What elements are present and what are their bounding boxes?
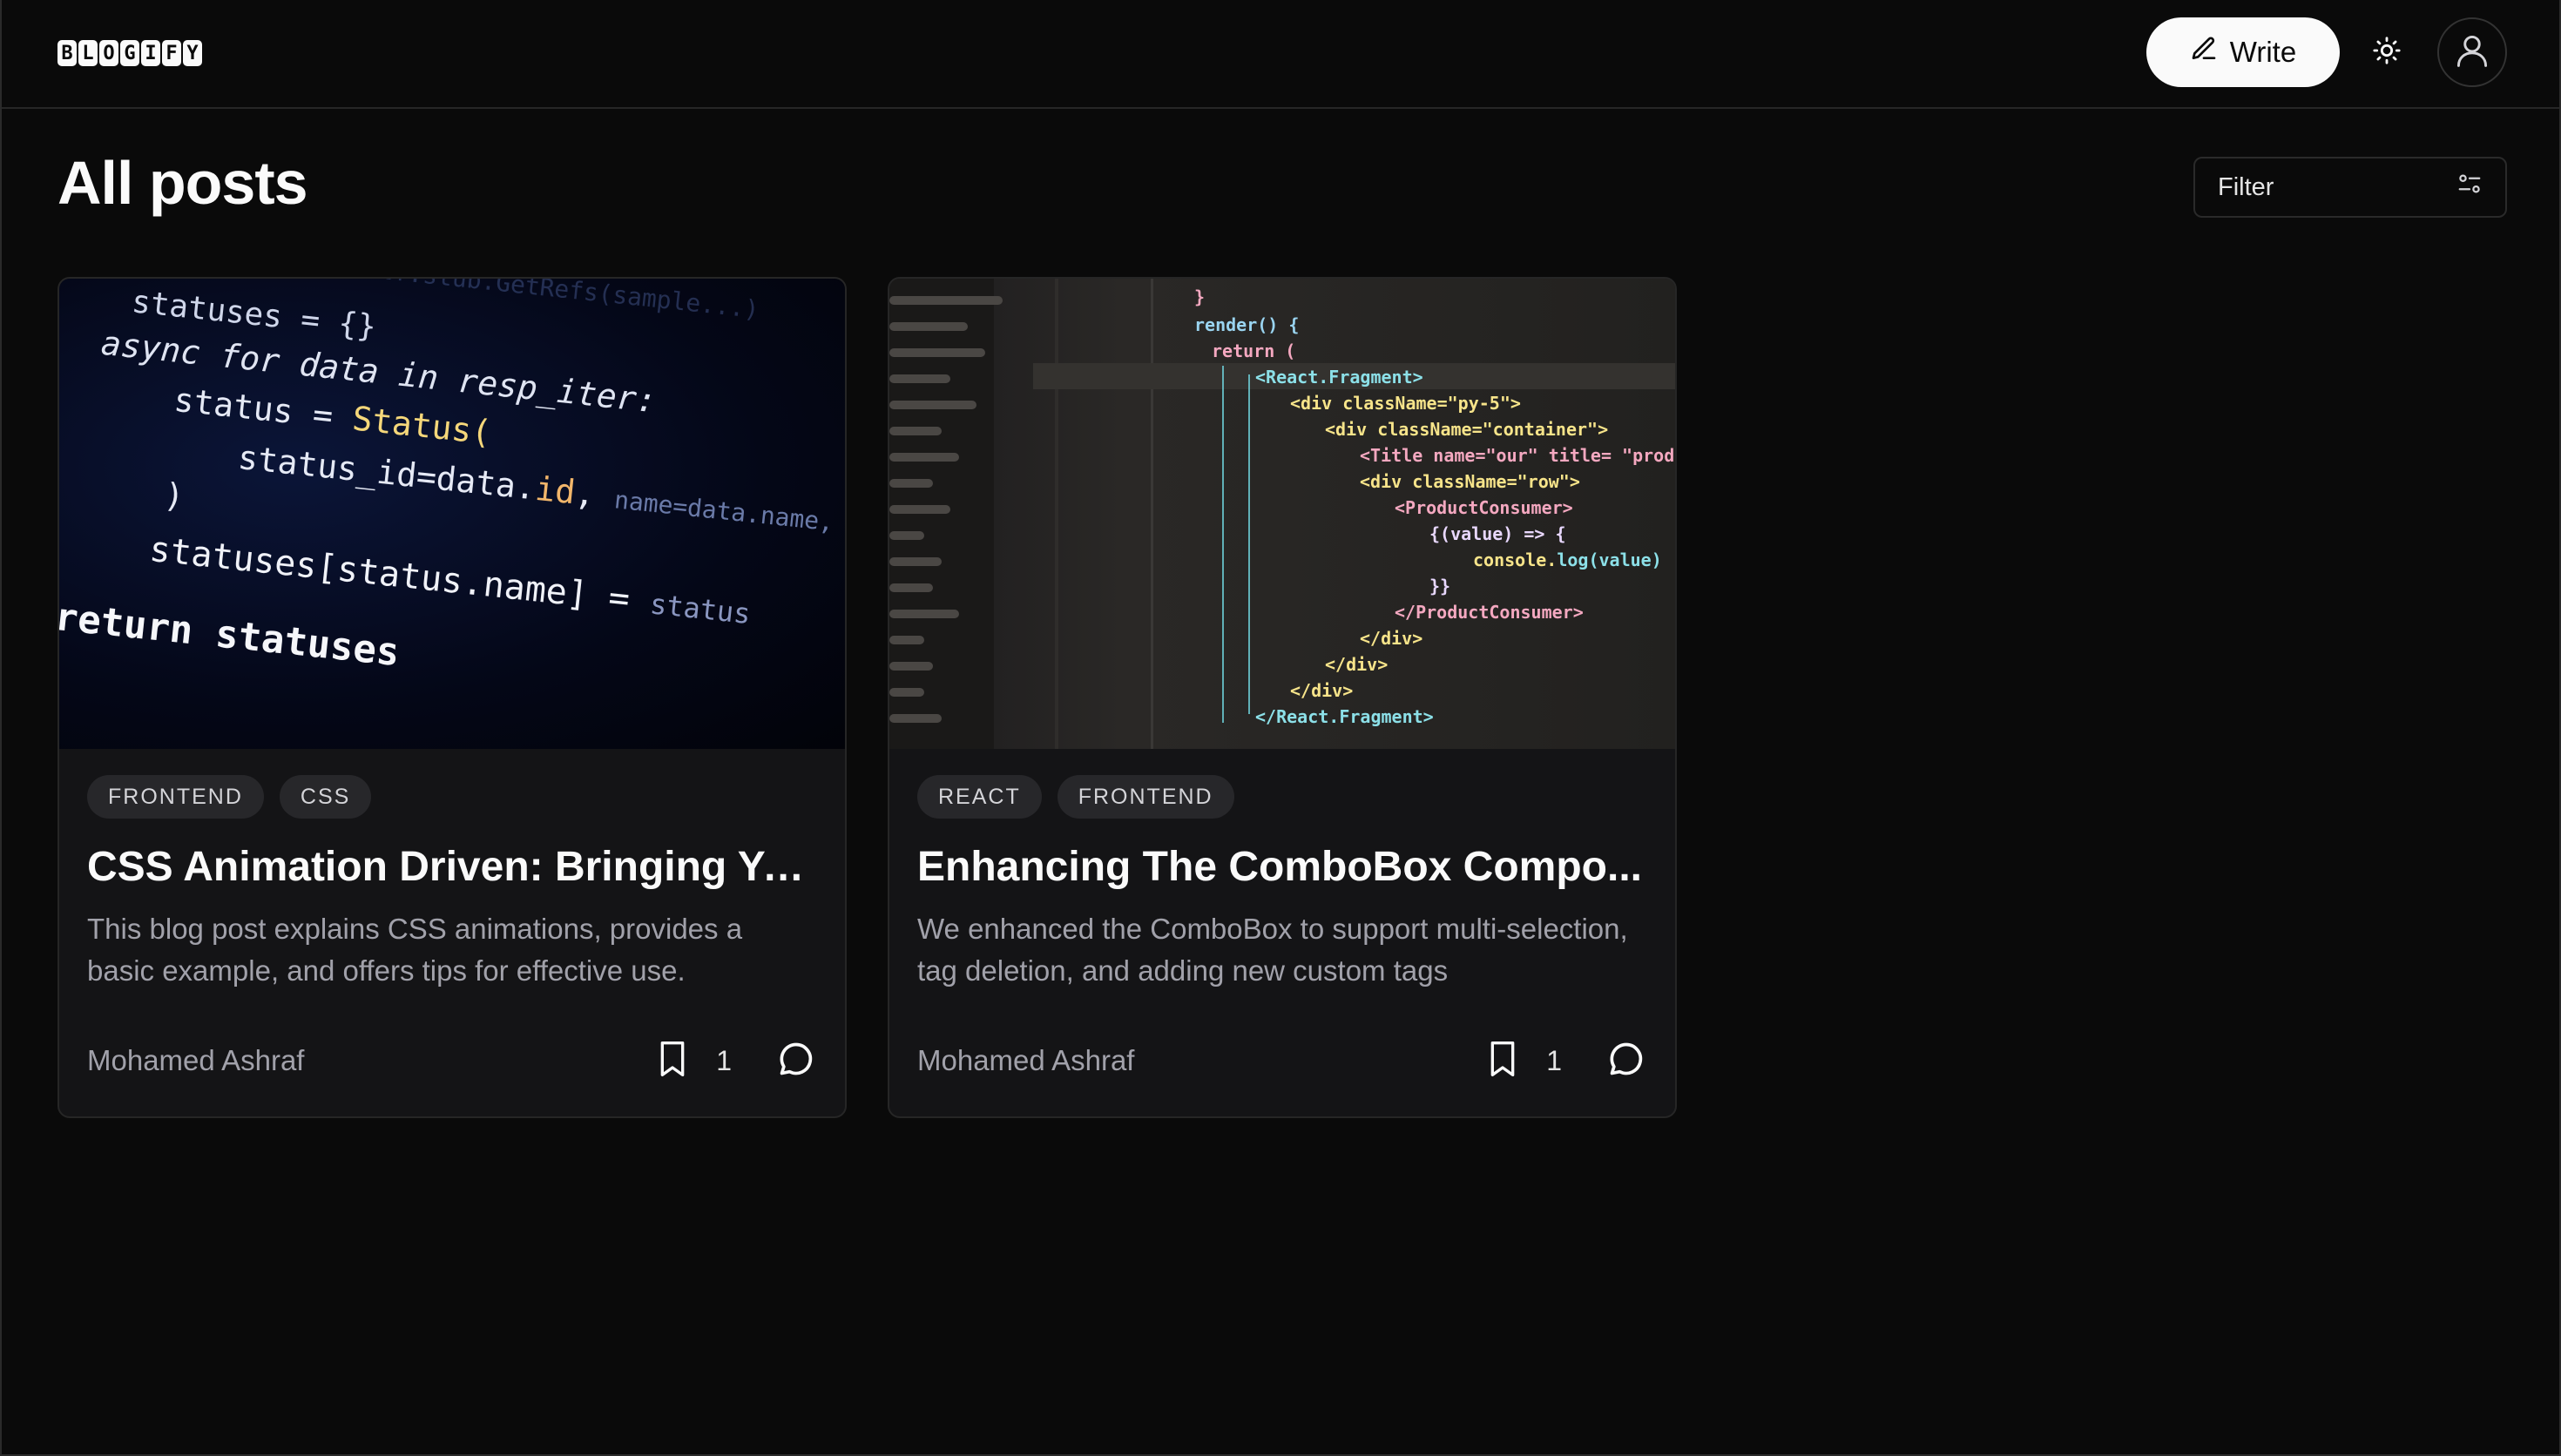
post-description: This blog post explains CSS animations, … xyxy=(87,913,743,987)
filter-select[interactable]: Filter xyxy=(2193,157,2507,218)
comment-icon xyxy=(1607,1040,1645,1082)
tag-chip[interactable]: FRONTEND xyxy=(1057,775,1234,819)
svg-text:<Title name="our" title= "prod: <Title name="our" title= "product xyxy=(1360,445,1675,466)
post-cover-image: liter = self.stub.GetRefs(sample...) sta… xyxy=(59,279,845,749)
comment-icon xyxy=(777,1040,815,1082)
tag-chip[interactable]: REACT xyxy=(917,775,1042,819)
pencil-icon xyxy=(2190,35,2218,70)
write-button[interactable]: Write xyxy=(2146,17,2340,87)
filter-label: Filter xyxy=(2218,172,2274,201)
logo-letter: F xyxy=(162,40,181,66)
svg-text:</div>: </div> xyxy=(1360,628,1422,649)
top-header: B L O G I F Y Write xyxy=(2,0,2559,109)
svg-text:<div className="container">: <div className="container"> xyxy=(1325,419,1608,440)
user-icon xyxy=(2453,31,2491,74)
logo-letter: B xyxy=(57,40,77,66)
post-actions: 1 xyxy=(652,1040,817,1082)
sun-icon xyxy=(2372,36,2402,70)
svg-text:render() {: render() { xyxy=(1194,314,1299,335)
post-title[interactable]: CSS Animation Driven: Bringing Yo... xyxy=(87,843,817,891)
tag-list: FRONTEND CSS xyxy=(87,775,817,819)
user-avatar-button[interactable] xyxy=(2437,17,2507,87)
logo-letter: O xyxy=(99,40,118,66)
svg-text:<React.Fragment>: <React.Fragment> xyxy=(1255,367,1423,388)
logo-letter: L xyxy=(78,40,98,66)
svg-text:{(value) => {: {(value) => { xyxy=(1429,523,1566,544)
svg-text:status_id=data.id, name=data.n: status_id=data.id, name=data.name, xyxy=(236,438,836,540)
bookmark-icon xyxy=(1485,1040,1520,1082)
post-title[interactable]: Enhancing The ComboBox Compo... xyxy=(917,843,1647,891)
svg-text:</React.Fragment>: </React.Fragment> xyxy=(1255,706,1434,727)
bookmark-button[interactable] xyxy=(1482,1040,1524,1082)
post-footer: Mohamed Ashraf 1 xyxy=(917,1040,1647,1082)
svg-text:console.log(value): console.log(value) xyxy=(1473,549,1662,570)
tag-chip[interactable]: CSS xyxy=(279,775,372,819)
post-footer: Mohamed Ashraf 1 xyxy=(87,1040,817,1082)
write-button-label: Write xyxy=(2229,36,2297,68)
post-actions: 1 xyxy=(1482,1040,1647,1082)
svg-text:</ProductConsumer>: </ProductConsumer> xyxy=(1395,602,1584,623)
bookmark-count: 1 xyxy=(716,1044,732,1076)
svg-text:<div className="py-5">: <div className="py-5"> xyxy=(1290,393,1521,414)
post-author[interactable]: Mohamed Ashraf xyxy=(917,1044,1134,1077)
tag-chip[interactable]: FRONTEND xyxy=(87,775,264,819)
svg-text:return (: return ( xyxy=(1212,340,1295,361)
post-author[interactable]: Mohamed Ashraf xyxy=(87,1044,304,1077)
app-page: B L O G I F Y Write All posts Filter lit… xyxy=(0,0,2561,1456)
code-screenshot-art: } render() { return ( <React.Fragment> <… xyxy=(889,279,1675,749)
svg-text:): ) xyxy=(162,475,186,516)
logo-letter: I xyxy=(141,40,160,66)
svg-text:}: } xyxy=(1194,286,1205,307)
post-description: We enhanced the ComboBox to support mult… xyxy=(917,913,1628,987)
blogify-logo[interactable]: B L O G I F Y xyxy=(57,40,202,66)
tag-list: REACT FRONTEND xyxy=(917,775,1647,819)
svg-text:return statuses: return statuses xyxy=(59,595,402,675)
bookmark-icon xyxy=(655,1040,690,1082)
logo-letter: Y xyxy=(183,40,202,66)
bookmark-count: 1 xyxy=(1546,1044,1562,1076)
post-card[interactable]: liter = self.stub.GetRefs(sample...) sta… xyxy=(57,277,847,1118)
svg-text:</div>: </div> xyxy=(1290,680,1353,701)
comment-button[interactable] xyxy=(775,1040,817,1082)
svg-text:<ProductConsumer>: <ProductConsumer> xyxy=(1395,497,1573,518)
logo-letter: G xyxy=(120,40,139,66)
post-card[interactable]: } render() { return ( <React.Fragment> <… xyxy=(888,277,1677,1118)
svg-text:}}: }} xyxy=(1429,576,1450,597)
svg-text:<div className="row">: <div className="row"> xyxy=(1360,471,1580,492)
code-screenshot-art: liter = self.stub.GetRefs(sample...) sta… xyxy=(59,279,836,675)
svg-text:</div>: </div> xyxy=(1325,654,1388,675)
bookmark-button[interactable] xyxy=(652,1040,693,1082)
post-cover-image: } render() { return ( <React.Fragment> <… xyxy=(889,279,1675,749)
comment-button[interactable] xyxy=(1605,1040,1647,1082)
page-title: All posts xyxy=(57,149,308,217)
theme-toggle-button[interactable] xyxy=(2364,30,2409,75)
sliders-icon xyxy=(2456,171,2483,204)
